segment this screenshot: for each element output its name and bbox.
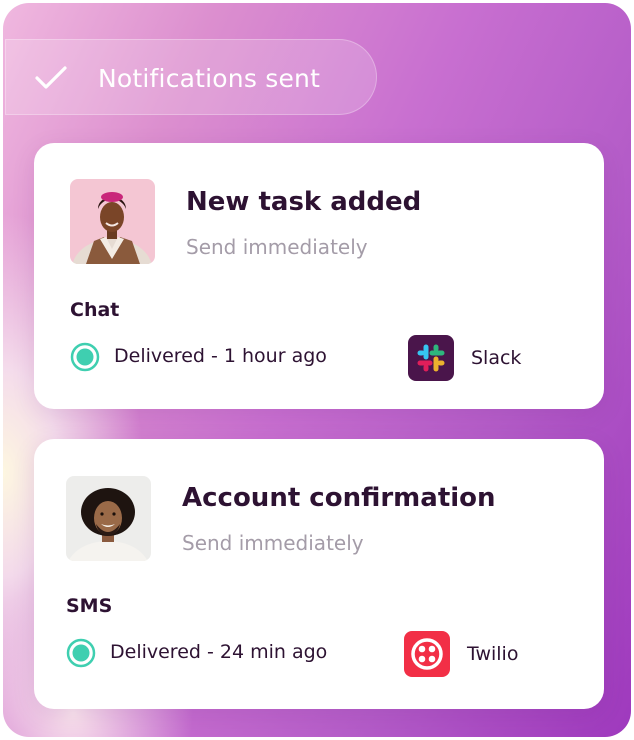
status-dot-icon	[66, 638, 96, 668]
check-icon	[35, 66, 67, 89]
avatar	[70, 179, 155, 264]
channel-label: Chat	[70, 299, 120, 321]
slack-icon	[408, 335, 454, 381]
channel-label: SMS	[66, 595, 113, 617]
twilio-icon	[404, 631, 450, 677]
delivery-status: Delivered - 1 hour ago	[114, 345, 327, 367]
notification-subtitle: Send immediately	[186, 235, 368, 259]
service-name: Twilio	[467, 643, 519, 665]
service-name: Slack	[471, 347, 522, 369]
header-label: Notifications sent	[98, 64, 321, 93]
avatar	[66, 476, 151, 561]
delivery-status: Delivered - 24 min ago	[110, 641, 328, 663]
notification-card[interactable]: Account confirmation Send immediately SM…	[34, 439, 604, 709]
notification-card[interactable]: New task added Send immediately Chat Del…	[34, 143, 604, 409]
notifications-panel: Notifications sent New task added Send i…	[3, 3, 631, 737]
status-dot-icon	[70, 342, 100, 372]
notification-subtitle: Send immediately	[182, 531, 364, 555]
notifications-sent-header: Notifications sent	[5, 39, 377, 115]
notification-title: Account confirmation	[182, 483, 496, 513]
notification-title: New task added	[186, 187, 422, 217]
